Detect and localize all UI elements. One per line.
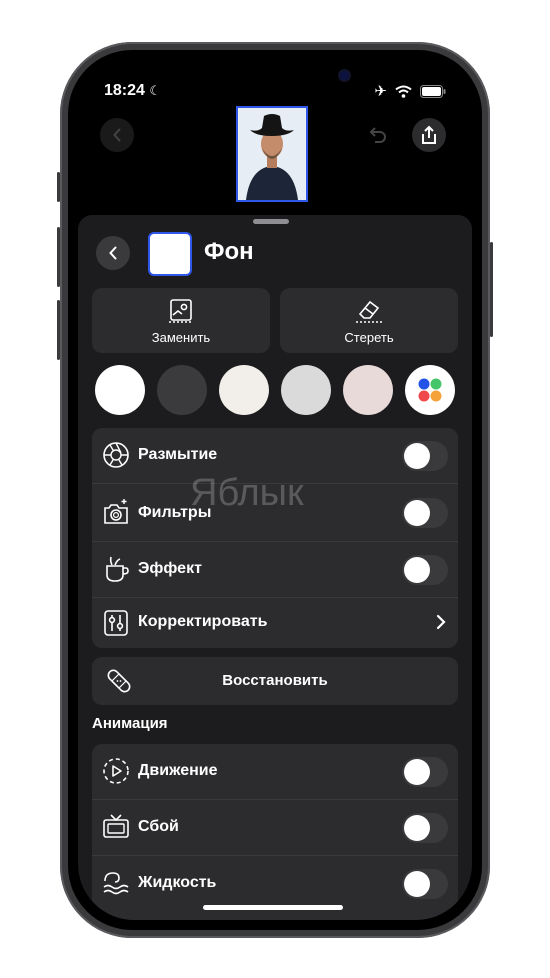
motion-toggle[interactable] bbox=[402, 757, 448, 787]
sheet-back-button[interactable] bbox=[96, 236, 130, 270]
watermark-text: Яблык bbox=[190, 472, 304, 514]
restore-label: Восстановить bbox=[222, 672, 328, 689]
volume-down-button bbox=[57, 300, 60, 360]
canvas-thumbnail[interactable] bbox=[236, 106, 308, 202]
filters-toggle[interactable] bbox=[402, 498, 448, 528]
moon-icon: ☾ bbox=[149, 83, 162, 98]
color-swatch-off-white[interactable] bbox=[219, 365, 269, 415]
animation-options-group: Движение Сбой Жидкость bbox=[92, 744, 458, 920]
glitch-toggle[interactable] bbox=[402, 813, 448, 843]
share-button[interactable] bbox=[412, 118, 446, 152]
sheet-title: Фон bbox=[204, 238, 254, 265]
chevron-left-icon bbox=[109, 246, 117, 260]
mute-switch bbox=[57, 172, 60, 202]
aperture-icon bbox=[103, 442, 129, 468]
undo-icon bbox=[369, 127, 386, 143]
background-actions: Заменить Стереть bbox=[92, 288, 458, 353]
wifi-icon bbox=[395, 85, 412, 98]
option-effect-label: Эффект bbox=[138, 560, 202, 577]
volume-up-button bbox=[57, 227, 60, 287]
animation-glitch: Сбой bbox=[92, 800, 458, 856]
option-adjust[interactable]: Корректировать bbox=[92, 598, 458, 648]
home-indicator[interactable] bbox=[203, 905, 343, 910]
animation-motion: Движение bbox=[92, 744, 458, 800]
status-icons: ✈ bbox=[374, 82, 446, 100]
chevron-right-icon bbox=[436, 614, 446, 630]
play-motion-icon bbox=[103, 758, 129, 784]
blur-toggle[interactable] bbox=[402, 441, 448, 471]
color-swatch-dark-gray[interactable] bbox=[157, 365, 207, 415]
eraser-icon bbox=[356, 300, 382, 323]
status-time: 18:24 ☾ bbox=[104, 82, 161, 100]
toggle-knob bbox=[404, 759, 430, 785]
color-swatch-white[interactable] bbox=[95, 365, 145, 415]
front-camera bbox=[340, 71, 349, 80]
toggle-knob bbox=[404, 500, 430, 526]
toggle-knob bbox=[404, 443, 430, 469]
replace-label: Заменить bbox=[151, 330, 211, 345]
restore-button[interactable]: Восстановить bbox=[92, 657, 458, 705]
share-icon bbox=[422, 125, 436, 144]
toggle-knob bbox=[404, 815, 430, 841]
effect-cup-icon bbox=[106, 556, 129, 582]
portrait-photo bbox=[238, 108, 306, 200]
background-options-group: Размытие Фильтры Эффект Корректировать bbox=[92, 428, 458, 648]
animation-liquid-label: Жидкость bbox=[138, 874, 217, 891]
color-palette-icon bbox=[418, 378, 442, 402]
current-background-swatch bbox=[148, 232, 192, 276]
replace-photo-icon bbox=[169, 299, 193, 323]
tv-glitch-icon bbox=[103, 814, 129, 838]
nav-back-button[interactable] bbox=[100, 118, 134, 152]
toggle-knob bbox=[404, 871, 430, 897]
color-swatch-pale-pink[interactable] bbox=[343, 365, 393, 415]
chevron-left-icon bbox=[113, 128, 121, 142]
notch bbox=[200, 60, 350, 90]
erase-button[interactable]: Стереть bbox=[280, 288, 458, 353]
power-button bbox=[490, 242, 493, 337]
airplane-icon: ✈ bbox=[374, 83, 387, 100]
sliders-icon bbox=[104, 610, 128, 636]
animation-motion-label: Движение bbox=[138, 762, 218, 779]
animation-liquid: Жидкость bbox=[92, 856, 458, 912]
liquid-toggle[interactable] bbox=[402, 869, 448, 899]
erase-label: Стереть bbox=[344, 330, 394, 345]
effect-toggle[interactable] bbox=[402, 555, 448, 585]
animation-section-heading: Анимация bbox=[92, 715, 168, 732]
toggle-knob bbox=[404, 557, 430, 583]
battery-icon bbox=[420, 84, 446, 98]
wave-icon bbox=[103, 872, 129, 895]
sheet-grabber[interactable] bbox=[253, 219, 289, 224]
status-time-text: 18:24 bbox=[104, 82, 145, 99]
sheet-header: Фон bbox=[96, 232, 454, 276]
undo-button[interactable] bbox=[360, 118, 394, 152]
color-swatch-light-gray[interactable] bbox=[281, 365, 331, 415]
option-adjust-label: Корректировать bbox=[138, 613, 268, 630]
replace-button[interactable]: Заменить bbox=[92, 288, 270, 353]
option-effect: Эффект bbox=[92, 542, 458, 598]
background-settings-sheet: Фон Заменить Стереть Размытие Фильтры Эф… bbox=[78, 215, 472, 920]
filters-icon bbox=[104, 499, 128, 524]
animation-glitch-label: Сбой bbox=[138, 818, 179, 835]
more-colors-button[interactable] bbox=[405, 365, 455, 415]
option-blur-label: Размытие bbox=[138, 446, 218, 463]
color-swatches bbox=[95, 365, 455, 417]
